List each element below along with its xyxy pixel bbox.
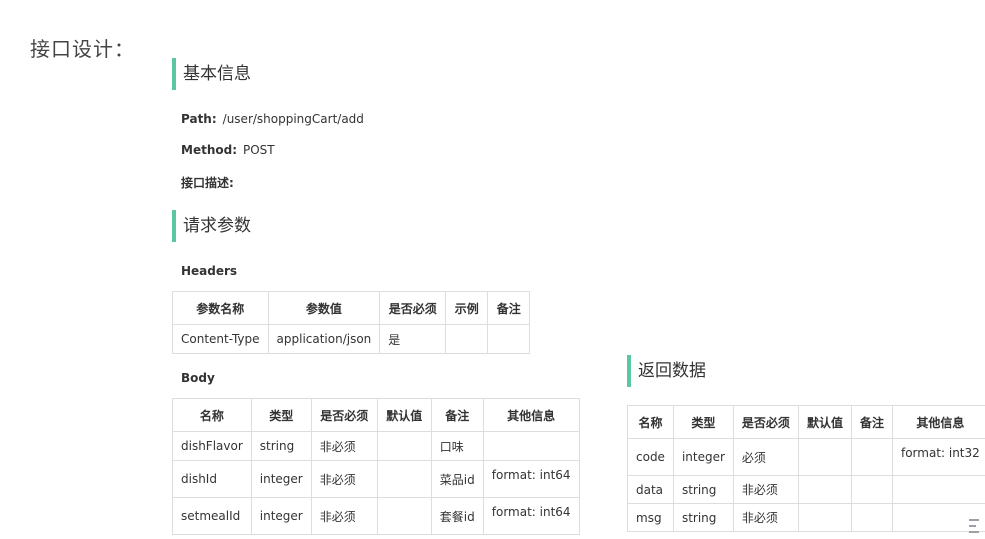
response-data-heading: 返回数据 <box>627 355 706 387</box>
table-cell: 套餐id <box>430 497 484 535</box>
table-cell: application/json <box>267 324 381 354</box>
table-cell <box>850 503 893 532</box>
table-cell: msg <box>627 503 674 532</box>
table-cell: format: int64 <box>482 497 580 535</box>
column-header: 名称 <box>172 398 252 432</box>
table-cell: 必须 <box>732 438 799 476</box>
table-cell: 口味 <box>430 431 484 461</box>
path-line: Path: /user/shoppingCart/add <box>181 112 364 126</box>
table-cell <box>482 431 580 461</box>
method-value: POST <box>243 143 275 157</box>
column-header: 其他信息 <box>482 398 580 432</box>
column-header: 是否必须 <box>732 405 799 439</box>
column-header: 参数名称 <box>172 291 269 325</box>
headers-table-header-row: 参数名称 参数值 是否必须 示例 备注 <box>172 291 531 325</box>
column-header: 名称 <box>627 405 674 439</box>
table-cell: integer <box>250 460 312 498</box>
path-label: Path: <box>181 112 217 126</box>
table-cell <box>797 475 852 504</box>
table-cell: 非必须 <box>732 503 799 532</box>
table-cell: 菜品id <box>430 460 484 498</box>
table-cell: 非必须 <box>732 475 799 504</box>
column-header: 是否必须 <box>379 291 447 325</box>
column-header: 备注 <box>487 291 531 325</box>
headers-table: 参数名称 参数值 是否必须 示例 备注 Content-Type applica… <box>172 291 531 354</box>
column-header: 备注 <box>430 398 484 432</box>
table-cell: Content-Type <box>172 324 269 354</box>
column-header: 类型 <box>672 405 734 439</box>
table-cell <box>797 503 852 532</box>
table-cell: 是 <box>379 324 447 354</box>
table-cell: string <box>250 431 312 461</box>
basic-info-heading: 基本信息 <box>172 58 251 90</box>
table-cell: setmealId <box>172 497 252 535</box>
response-table: 名称 类型 是否必须 默认值 备注 其他信息 code integer 必须 f… <box>627 405 985 532</box>
table-cell: data <box>627 475 674 504</box>
table-row: setmealId integer 非必须 套餐id format: int64 <box>172 497 580 535</box>
table-cell: integer <box>672 438 734 476</box>
table-cell: code <box>627 438 674 476</box>
outline-toggle-icon[interactable] <box>969 519 979 535</box>
table-row: data string 非必须 <box>627 475 985 504</box>
response-table-header-row: 名称 类型 是否必须 默认值 备注 其他信息 <box>627 405 985 439</box>
column-header: 类型 <box>250 398 312 432</box>
table-cell: format: int64 <box>482 460 580 498</box>
method-label: Method: <box>181 143 237 157</box>
table-cell <box>850 475 893 504</box>
table-cell <box>445 324 489 354</box>
table-cell <box>376 431 432 461</box>
column-header: 备注 <box>850 405 893 439</box>
table-cell: 非必须 <box>310 497 378 535</box>
body-table: 名称 类型 是否必须 默认值 备注 其他信息 dishFlavor string… <box>172 398 580 535</box>
path-value: /user/shoppingCart/add <box>222 112 364 126</box>
table-cell: 非必须 <box>310 460 378 498</box>
table-cell: dishFlavor <box>172 431 252 461</box>
description-line: 接口描述: <box>181 174 240 191</box>
table-cell: dishId <box>172 460 252 498</box>
table-cell <box>487 324 531 354</box>
table-row: msg string 非必须 <box>627 503 985 532</box>
table-cell: string <box>672 475 734 504</box>
description-label: 接口描述: <box>181 176 234 190</box>
table-cell <box>376 497 432 535</box>
column-header: 默认值 <box>797 405 852 439</box>
headers-label: Headers <box>181 264 238 278</box>
table-row: Content-Type application/json 是 <box>172 324 531 354</box>
table-row: dishFlavor string 非必须 口味 <box>172 431 580 461</box>
table-cell: format: int32 <box>891 438 985 476</box>
column-header: 是否必须 <box>310 398 378 432</box>
column-header: 其他信息 <box>891 405 985 439</box>
body-label: Body <box>181 371 215 385</box>
table-row: code integer 必须 format: int32 <box>627 438 985 476</box>
page-title: 接口设计： <box>30 37 135 61</box>
table-cell: 非必须 <box>310 431 378 461</box>
request-params-heading: 请求参数 <box>172 210 251 242</box>
column-header: 示例 <box>445 291 489 325</box>
table-cell <box>797 438 852 476</box>
table-cell <box>850 438 893 476</box>
table-cell: integer <box>250 497 312 535</box>
table-cell <box>376 460 432 498</box>
column-header: 默认值 <box>376 398 432 432</box>
column-header: 参数值 <box>267 291 381 325</box>
table-cell <box>891 475 985 504</box>
method-line: Method: POST <box>181 143 275 157</box>
table-row: dishId integer 非必须 菜品id format: int64 <box>172 460 580 498</box>
table-cell: string <box>672 503 734 532</box>
body-table-header-row: 名称 类型 是否必须 默认值 备注 其他信息 <box>172 398 580 432</box>
